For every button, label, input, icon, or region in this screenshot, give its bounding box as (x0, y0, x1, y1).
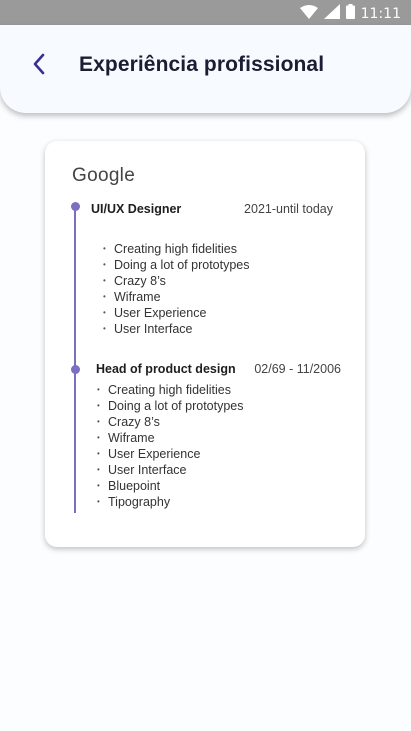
task-list: Creating high fidelities Doing a lot of … (97, 382, 244, 510)
back-button[interactable] (22, 51, 56, 81)
battery-icon (345, 4, 355, 24)
list-item: User Experience (97, 446, 244, 462)
page-title: Experiência profissional (79, 53, 325, 76)
job-period: 02/69 - 11/2006 (254, 362, 341, 376)
job-period: 2021-until today (244, 202, 333, 216)
chevron-left-icon (32, 53, 46, 80)
job-title: Head of product design (96, 362, 236, 376)
list-item: Creating high fidelities (97, 382, 244, 398)
list-item: Tipography (97, 494, 244, 510)
status-bar: 11:11 (0, 0, 411, 25)
list-item: Wiframe (97, 430, 244, 446)
list-item: User Experience (103, 305, 250, 321)
header: Experiência profissional (0, 25, 411, 113)
timeline-dot (71, 365, 80, 374)
list-item: Crazy 8’s (103, 273, 250, 289)
list-item: Creating high fidelities (103, 241, 250, 257)
list-item: User Interface (97, 462, 244, 478)
timeline-line (74, 207, 76, 513)
list-item: User Interface (103, 321, 250, 337)
list-item: Crazy 8’s (97, 414, 244, 430)
status-time: 11:11 (360, 6, 401, 22)
status-icons: 11:11 (299, 4, 401, 24)
list-item: Bluepoint (97, 478, 244, 494)
list-item: Wiframe (103, 289, 250, 305)
list-item: Doing a lot of prototypes (103, 257, 250, 273)
company-name: Google (72, 165, 136, 186)
wifi-icon (299, 4, 318, 24)
timeline-dot (71, 202, 80, 211)
task-list: Creating high fidelities Doing a lot of … (103, 241, 250, 337)
job-title: UI/UX Designer (91, 202, 182, 216)
experience-card: Google UI/UX Designer 2021-until today C… (45, 141, 365, 547)
signal-icon (323, 4, 340, 24)
list-item: Doing a lot of prototypes (97, 398, 244, 414)
